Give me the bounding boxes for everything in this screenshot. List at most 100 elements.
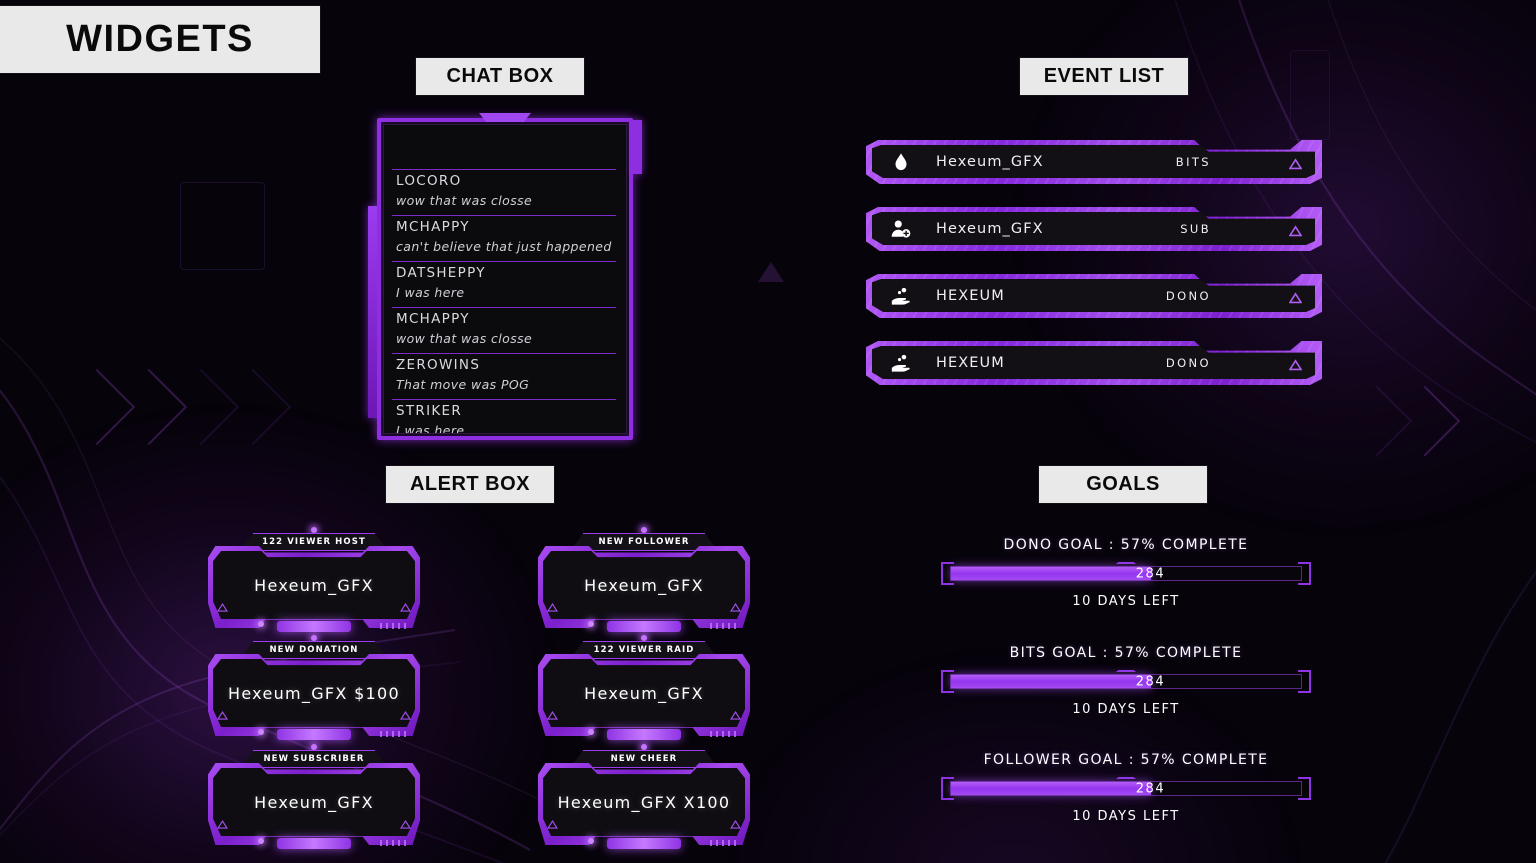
triangle-outline-icon	[729, 707, 742, 720]
alert-box-header-label: NEW SUBSCRIBER	[263, 754, 365, 764]
triangle-outline-icon	[216, 816, 229, 829]
alert-box[interactable]: NEW FOLLOWER Hexeum_GFX	[538, 527, 750, 632]
alert-box-header-label: 122 VIEWER HOST	[262, 537, 366, 547]
goal-progress-track: 284	[950, 674, 1302, 689]
dono-hand-coin-icon	[888, 283, 914, 309]
triangle-outline-icon	[1288, 291, 1303, 304]
alert-box-tick-decor	[380, 623, 406, 629]
chat-message-text: I was here	[396, 285, 465, 300]
bits-diamond-icon	[888, 149, 914, 175]
triangle-outline-icon	[1288, 157, 1303, 170]
alert-box-header: NEW DONATION	[240, 641, 388, 659]
goal-title: BITS GOAL : 57% COMPLETE	[1009, 645, 1243, 661]
chevron-decor-icon	[58, 368, 136, 446]
alert-box-bar-dot-decor	[258, 729, 264, 735]
triangle-outline-icon	[546, 816, 559, 829]
alert-box-bar-dot-decor	[588, 621, 594, 627]
sub-person-add-icon	[888, 216, 914, 242]
chevron-decor-icon	[1389, 385, 1461, 457]
ghost-rect-decor	[180, 182, 265, 270]
section-title-goals: GOALS	[1039, 466, 1207, 503]
alert-box-bar-dot-decor	[258, 621, 264, 627]
event-row-type: DONO	[1165, 288, 1211, 303]
goal-title: FOLLOWER GOAL : 57% COMPLETE	[983, 752, 1269, 768]
chat-message-list[interactable]: LOCORO wow that was closse MCHAPPY can't be…	[392, 169, 616, 433]
goal-progress-track: 284	[950, 566, 1302, 581]
chat-message: MCHAPPY wow that was closse	[392, 308, 616, 354]
alert-box-bar-dot-decor	[258, 838, 264, 844]
alert-box-message: Hexeum_GFX $100	[227, 683, 400, 703]
goal-days-left: 10 DAYS LEFT	[1072, 702, 1180, 717]
triangle-outline-icon	[399, 816, 412, 829]
goal-days-left: 10 DAYS LEFT	[1072, 809, 1180, 824]
event-list-row[interactable]: HEXEUM DONO	[866, 274, 1322, 318]
alert-box-bar-dot-decor	[588, 729, 594, 735]
event-list-widget: Hexeum_GFX BITS Hexeum_GFX SUB HEXEUM DONO HEX…	[866, 140, 1322, 408]
chat-message-text: can't believe that just happened	[396, 239, 612, 254]
alert-box-dot-decor	[311, 527, 317, 533]
triangle-outline-icon	[216, 707, 229, 720]
goal-widget: FOLLOWER GOAL : 57% COMPLETE 284 10 DAYS L…	[941, 752, 1311, 824]
goal-days-left: 10 DAYS LEFT	[1072, 594, 1180, 609]
goal-progress-bar: 284	[941, 777, 1311, 800]
chat-message-user: STRIKER	[396, 403, 463, 419]
chat-box-top-notch-icon	[479, 113, 531, 122]
chevron-decor-icon	[162, 368, 240, 446]
event-row-type: DONO	[1165, 355, 1211, 370]
alert-box-dot-decor	[311, 744, 317, 750]
triangle-outline-icon	[1288, 224, 1303, 237]
goal-progress-fill	[951, 782, 1151, 795]
chevron-decor-icon	[110, 368, 188, 446]
chat-message-user: MCHAPPY	[396, 311, 470, 327]
chat-message-text: That move was POG	[396, 377, 530, 392]
alert-box-body: Hexeum_GFX $100	[213, 659, 415, 727]
chat-message: STRIKER I was here	[392, 400, 616, 433]
event-row-username: HEXEUM	[936, 354, 1005, 371]
alert-box-tick-decor	[710, 840, 736, 846]
alert-box-tick-decor	[710, 731, 736, 737]
goal-progress-fill	[951, 567, 1151, 580]
alert-box-bottom-bar	[607, 838, 681, 849]
alert-box-body: Hexeum_GFX	[543, 551, 745, 619]
goal-progress-track: 284	[950, 781, 1302, 796]
triangle-outline-icon	[546, 599, 559, 612]
alert-box[interactable]: NEW DONATION Hexeum_GFX $100	[208, 635, 420, 740]
chat-message-text: wow that was closse	[396, 193, 533, 208]
chat-box-right-tab	[633, 120, 642, 174]
triangle-outline-icon	[399, 707, 412, 720]
triangle-outline-icon	[729, 816, 742, 829]
alert-box-bottom-bar	[277, 621, 351, 632]
event-list-row[interactable]: Hexeum_GFX SUB	[866, 207, 1322, 251]
triangle-outline-icon	[1288, 358, 1303, 371]
alert-box-bar-dot-decor	[588, 838, 594, 844]
chat-box-widget: LOCORO wow that was closse MCHAPPY can't be…	[368, 113, 642, 440]
alert-box[interactable]: NEW SUBSCRIBER Hexeum_GFX	[208, 744, 420, 849]
chat-message-user: ZEROWINS	[396, 357, 481, 373]
event-row-type: SUB	[1180, 221, 1211, 236]
chevron-decor-icon	[214, 368, 292, 446]
alert-box-header-label: NEW FOLLOWER	[598, 537, 690, 547]
alert-box-message: Hexeum_GFX	[584, 575, 704, 595]
alert-box-bottom-bar	[277, 838, 351, 849]
alert-box-tick-decor	[380, 840, 406, 846]
triangle-outline-icon	[399, 599, 412, 612]
alert-box[interactable]: 122 VIEWER HOST Hexeum_GFX	[208, 527, 420, 632]
alert-box-bottom-bar	[607, 621, 681, 632]
alert-box[interactable]: 122 VIEWER RAID Hexeum_GFX	[538, 635, 750, 740]
event-list-row[interactable]: Hexeum_GFX BITS	[866, 140, 1322, 184]
chat-message: ZEROWINS That move was POG	[392, 354, 616, 400]
chat-message: DATSHEPPY I was here	[392, 262, 616, 308]
page-title: WIDGETS	[0, 6, 320, 73]
alert-box-header-label: NEW DONATION	[269, 645, 359, 655]
chevron-decor-icon	[1341, 385, 1413, 457]
triangle-outline-icon	[546, 707, 559, 720]
chat-message: LOCORO wow that was closse	[392, 169, 616, 216]
alert-box[interactable]: NEW CHEER Hexeum_GFX X100	[538, 744, 750, 849]
alert-box-bottom-bar	[277, 729, 351, 740]
event-list-row[interactable]: HEXEUM DONO	[866, 341, 1322, 385]
chat-box-scrollbar[interactable]	[368, 206, 377, 418]
alert-box-header: 122 VIEWER RAID	[570, 641, 718, 659]
event-row-username: Hexeum_GFX	[936, 220, 1044, 237]
goal-progress-value: 284	[1135, 566, 1166, 581]
alert-box-body: Hexeum_GFX	[543, 659, 745, 727]
